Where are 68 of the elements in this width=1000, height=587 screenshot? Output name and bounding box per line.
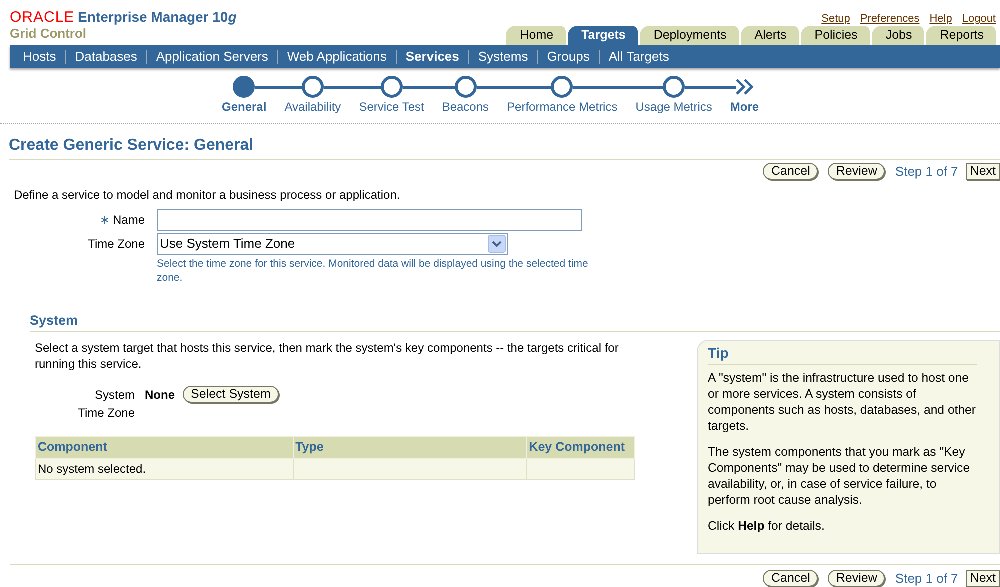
- step-label[interactable]: Service Test: [350, 98, 434, 116]
- column-header: Type: [293, 436, 527, 458]
- header-link[interactable]: Preferences: [860, 11, 920, 28]
- tab[interactable]: Jobs: [872, 26, 924, 45]
- action-button[interactable]: Cancel: [763, 163, 818, 180]
- tab[interactable]: Reports: [926, 26, 996, 45]
- subtab-link[interactable]: Groups: [537, 50, 599, 64]
- step-label[interactable]: Beacons: [433, 98, 498, 116]
- next-button[interactable]: Next: [966, 163, 1000, 180]
- next-button[interactable]: Next: [966, 570, 1000, 587]
- header-link[interactable]: Logout: [962, 11, 996, 28]
- field-label: System: [94, 386, 135, 404]
- step-label[interactable]: Availability: [276, 98, 350, 116]
- tip-title: Tip: [708, 342, 977, 365]
- subtab-link[interactable]: Web Applications: [277, 50, 396, 64]
- section-heading: System: [30, 310, 1000, 332]
- header-link[interactable]: Setup: [822, 11, 850, 28]
- subtab-link[interactable]: Application Servers: [146, 50, 278, 64]
- product-name: Enterprise Manager 10: [78, 9, 228, 25]
- step-circle[interactable]: [233, 76, 256, 98]
- action-button[interactable]: Cancel: [763, 570, 818, 587]
- tab[interactable]: Targets: [568, 26, 638, 45]
- double-chevron-icon: [736, 79, 754, 95]
- tab[interactable]: Home: [506, 26, 566, 45]
- name-field[interactable]: [157, 208, 582, 230]
- subtab-link[interactable]: Services: [396, 50, 468, 64]
- hint-text: Select the time zone for this service. Monitored data will be displayed using the selected time zone.: [157, 256, 590, 284]
- step-label[interactable]: Performance Metrics: [498, 98, 627, 116]
- tip-text: Click Help for details.: [708, 518, 826, 534]
- step-circle[interactable]: [302, 76, 324, 98]
- time-zone-select[interactable]: Use System Time Zone: [157, 232, 508, 254]
- subtitle: Grid Control: [10, 26, 87, 40]
- tip-text: The system components that you mark as "Key Components" may be used to determine service availability, or, in case of service failure, to perform root cause analysis.: [708, 444, 972, 508]
- page-title: Create Generic Service: General: [9, 134, 1000, 160]
- action-button[interactable]: Review: [828, 163, 886, 180]
- tip-text: A "system" is the infrastructure used to host one or more services. A system consists of components such as hosts, databases, and other targets.: [708, 370, 977, 434]
- column-header: Key Component: [526, 436, 634, 458]
- subtab-link[interactable]: Systems: [468, 50, 538, 64]
- field-label: Name: [112, 212, 145, 226]
- header-link[interactable]: Help: [930, 11, 952, 28]
- field-label: Time Zone: [88, 236, 145, 250]
- intro-text: Define a service to model and monitor a business process or application.: [14, 186, 402, 204]
- step-circle[interactable]: [551, 76, 574, 98]
- more-link[interactable]: More: [721, 98, 768, 116]
- subtab-link[interactable]: Hosts: [18, 50, 66, 64]
- step-label[interactable]: Usage Metrics: [626, 98, 722, 116]
- step-indicator: Step 1 of 7: [895, 570, 958, 587]
- dropdown-icon: [488, 234, 506, 252]
- required-mark: ∗: [100, 212, 110, 226]
- select-system-button[interactable]: Select System: [183, 386, 279, 404]
- field-label: Time Zone: [77, 404, 135, 422]
- step-indicator: Step 1 of 7: [895, 163, 958, 181]
- action-button[interactable]: Review: [828, 570, 886, 587]
- subtab-link[interactable]: Databases: [65, 50, 146, 64]
- table-cell: No system selected.: [36, 458, 294, 479]
- tab[interactable]: Deployments: [640, 26, 739, 45]
- step-circle[interactable]: [454, 76, 477, 98]
- system-value: None: [145, 386, 175, 404]
- tab[interactable]: Alerts: [740, 26, 799, 45]
- oracle-logo: ORACLE: [10, 9, 75, 26]
- step-circle[interactable]: [663, 76, 686, 98]
- column-header: Component: [36, 436, 294, 458]
- section-description: Select a system target that hosts this service, then mark the system's key components -- the targets critical for running this service.: [35, 340, 620, 372]
- step-circle[interactable]: [380, 76, 403, 98]
- subtab-link[interactable]: All Targets: [598, 50, 678, 64]
- tab[interactable]: Policies: [800, 26, 870, 45]
- step-label[interactable]: General: [213, 98, 276, 116]
- version-suffix: g: [228, 9, 237, 25]
